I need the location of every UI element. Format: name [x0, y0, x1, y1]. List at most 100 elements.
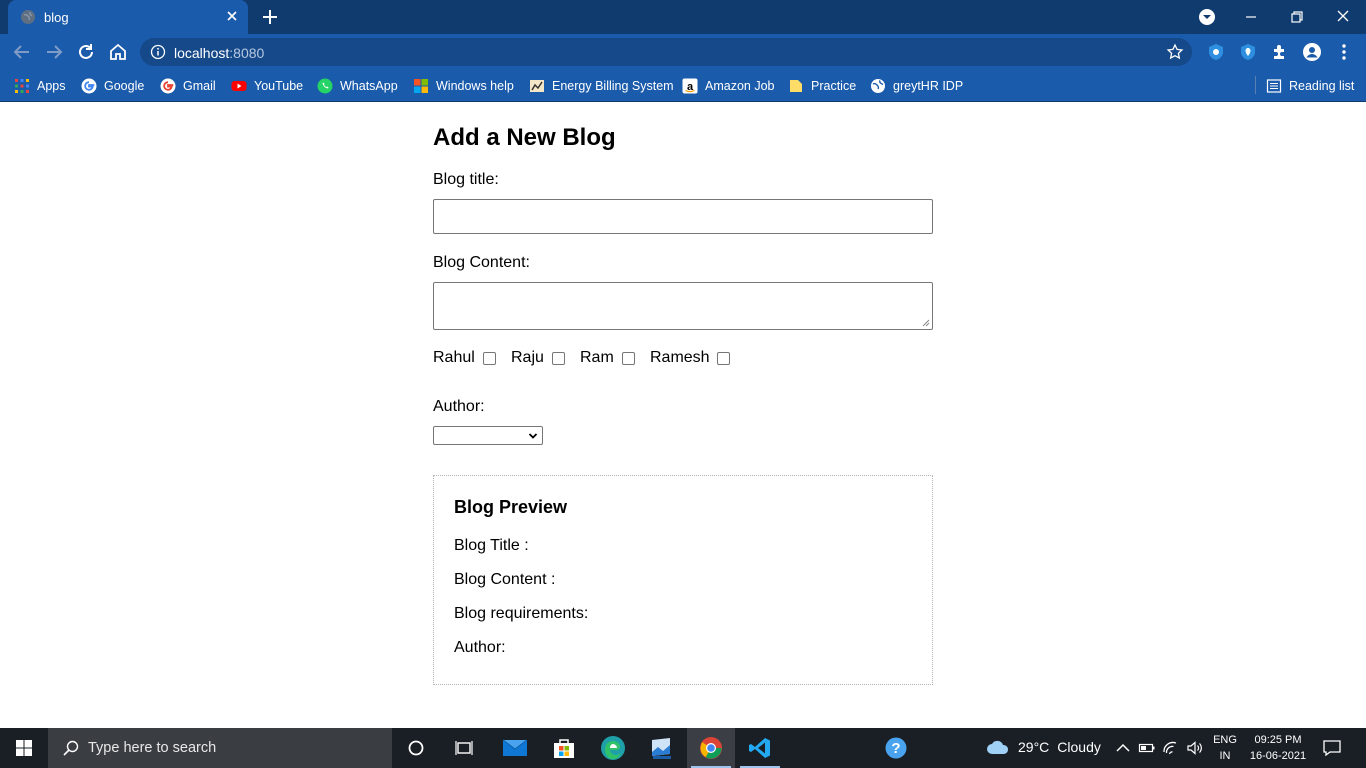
blog-title-label: Blog title:	[433, 171, 499, 188]
battery-icon[interactable]	[1138, 739, 1156, 757]
bookmark-apps[interactable]: Apps	[14, 76, 66, 96]
mail-icon	[502, 739, 528, 756]
svg-text:?: ?	[891, 740, 900, 757]
address-bar[interactable]: localhost:8080	[140, 38, 1192, 66]
author-label: Author:	[433, 398, 485, 415]
url-port: :8080	[229, 45, 265, 61]
whatsapp-icon	[317, 78, 333, 94]
extensions-puzzle-icon[interactable]	[1270, 42, 1290, 62]
region-code: IN	[1219, 750, 1231, 762]
energy-billing-icon	[530, 80, 544, 92]
task-view-icon	[455, 741, 473, 755]
extension-shield-icon[interactable]	[1206, 42, 1226, 62]
bookmark-label: Windows help	[436, 79, 514, 93]
checkbox-rahul[interactable]	[483, 352, 496, 365]
profile-avatar-icon[interactable]	[1302, 42, 1322, 62]
apps-grid-icon	[15, 79, 29, 93]
bookmark-whatsapp[interactable]: WhatsApp	[317, 76, 398, 96]
checkbox-label-ramesh: Ramesh	[650, 349, 710, 366]
preview-author: Author:	[454, 639, 506, 656]
bookmark-star-icon[interactable]	[1166, 43, 1184, 61]
volume-icon[interactable]	[1186, 739, 1204, 757]
bookmark-label: Google	[104, 79, 145, 93]
checkbox-ram[interactable]	[622, 352, 635, 365]
system-clock[interactable]: 09:25 PM 16-06-2021	[1246, 732, 1310, 764]
checkbox-label-rahul: Rahul	[433, 349, 475, 366]
page-viewport: Add a New Blog Blog title: Blog Content:…	[0, 103, 1366, 728]
bookmark-practice[interactable]: Practice	[788, 76, 856, 96]
taskbar-mail[interactable]	[491, 728, 539, 768]
url-text: localhost:8080	[174, 45, 264, 61]
bookmark-label: WhatsApp	[340, 79, 398, 93]
restore-icon[interactable]	[1286, 6, 1308, 28]
extension-location-icon[interactable]	[1238, 42, 1258, 62]
vscode-icon	[749, 738, 770, 758]
taskbar-chrome[interactable]	[687, 728, 735, 768]
bookmark-label: Apps	[37, 79, 66, 93]
chrome-icon	[700, 737, 722, 759]
taskbar-edge[interactable]	[589, 728, 637, 768]
globe-icon	[871, 79, 885, 93]
preview-heading: Blog Preview	[454, 497, 568, 517]
weather-widget[interactable]: 29°C Cloudy	[986, 738, 1101, 756]
taskbar-store[interactable]	[540, 728, 588, 768]
checkbox-raju[interactable]	[552, 352, 565, 365]
reading-list-icon	[1266, 79, 1282, 93]
close-tab-icon[interactable]	[224, 8, 240, 24]
search-icon	[63, 740, 79, 756]
bookmark-greythr[interactable]: greytHR IDP	[870, 76, 963, 96]
bookmark-amazon-job[interactable]: a Amazon Job	[682, 76, 774, 96]
taskbar-help[interactable]: ?	[872, 728, 920, 768]
reading-list-label: Reading list	[1289, 79, 1355, 93]
checkbox-label-raju: Raju	[511, 349, 544, 366]
menu-kebab-icon[interactable]	[1334, 42, 1354, 62]
resize-grip-icon[interactable]	[922, 319, 930, 327]
blog-content-textarea[interactable]	[433, 282, 933, 330]
photos-app-icon	[652, 738, 671, 759]
preview-requirements: Blog requirements:	[454, 605, 589, 622]
page-title: Add a New Blog	[433, 124, 616, 151]
cortana-button[interactable]	[392, 728, 440, 768]
forward-icon[interactable]	[43, 41, 65, 63]
blog-preview-panel: Blog Preview Blog Title : Blog Content :…	[433, 475, 933, 685]
new-tab-icon[interactable]	[260, 7, 280, 27]
bookmark-label: Amazon Job	[705, 79, 775, 93]
bookmark-youtube[interactable]: YouTube	[231, 76, 303, 96]
checkbox-ramesh[interactable]	[717, 352, 730, 365]
bookmark-google[interactable]: Google	[81, 76, 144, 96]
bookmark-windows-help[interactable]: Windows help	[413, 76, 514, 96]
wifi-icon[interactable]	[1162, 739, 1180, 757]
tab-search-icon[interactable]	[1196, 6, 1218, 28]
taskbar-file-explorer[interactable]	[638, 728, 686, 768]
author-select[interactable]	[433, 426, 543, 445]
back-icon[interactable]	[11, 41, 33, 63]
clock-date: 16-06-2021	[1249, 750, 1307, 762]
preview-content: Blog Content :	[454, 571, 556, 588]
bookmark-label: Practice	[811, 79, 857, 93]
checkbox-label-ram: Ram	[580, 349, 614, 366]
windows-logo-icon	[414, 79, 428, 93]
bookmark-gmail[interactable]: Gmail	[160, 76, 216, 96]
close-window-icon[interactable]	[1332, 6, 1354, 28]
taskbar-search-box[interactable]: Type here to search	[48, 728, 392, 768]
blog-title-input[interactable]	[433, 199, 933, 234]
get-help-icon: ?	[885, 737, 907, 759]
reload-icon[interactable]	[75, 41, 97, 63]
preview-title: Blog Title :	[454, 537, 529, 554]
weather-temperature: 29°C	[1018, 739, 1050, 755]
minimize-icon[interactable]	[1240, 6, 1262, 28]
search-placeholder: Type here to search	[88, 740, 217, 756]
site-info-icon[interactable]	[150, 44, 166, 60]
bookmarks-bar: Apps Google Gmail YouTube WhatsApp Windo…	[0, 70, 1366, 102]
input-language-indicator[interactable]: ENG IN	[1212, 732, 1238, 764]
start-button[interactable]	[0, 728, 48, 768]
task-view-button[interactable]	[440, 728, 488, 768]
browser-tab-blog[interactable]: blog	[8, 0, 248, 34]
reading-list[interactable]: Reading list	[1266, 76, 1354, 96]
chevron-up-icon[interactable]	[1114, 739, 1132, 757]
language-code: ENG	[1213, 734, 1237, 746]
notifications-icon[interactable]	[1322, 738, 1342, 758]
bookmark-energy-billing[interactable]: Energy Billing System	[529, 76, 674, 96]
home-icon[interactable]	[107, 41, 129, 63]
taskbar-vscode[interactable]	[736, 728, 784, 768]
